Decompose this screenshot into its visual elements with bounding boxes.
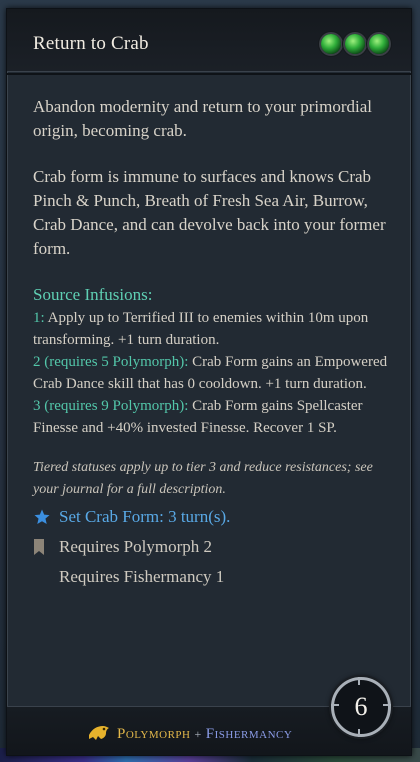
requirement-text: Requires Polymorph 2 [59,537,212,556]
infusion-tier: 3 (requires 9 Polymorph): [33,398,189,414]
action-point-icon [321,34,341,54]
action-point-icon [369,34,389,54]
skill-schools: Polymorph + Fishermancy [87,721,292,748]
action-point-icon [345,34,365,54]
skill-tooltip: Return to Crab Abandon modernity and ret… [6,8,412,756]
action-points [321,34,389,54]
bookmark-icon [33,539,59,555]
skill-description: Abandon modernity and return to your pri… [33,95,389,261]
polymorph-icon [87,721,111,748]
school-separator: + [194,727,202,741]
tiered-status-note: Tiered statuses apply up to tier 3 and r… [33,460,373,497]
source-infusions: Source Infusions: 1: Apply up to Terrifi… [33,283,389,439]
school-fishermancy: Fishermancy [205,726,293,742]
requirement-row: Requires Fishermancy 1 [33,565,389,589]
infusions-title: Source Infusions: [33,285,153,304]
star-icon [33,508,59,526]
infusion-item: 2 (requires 5 Polymorph): Crab Form gain… [33,351,389,395]
infusion-tier: 2 (requires 5 Polymorph): [33,354,189,370]
infusion-item: 3 (requires 9 Polymorph): Crab Form gain… [33,395,389,439]
cooldown-value: 6 [354,692,368,721]
infusion-tier: 1: [33,310,45,326]
infusion-text: Apply up to Terrified III to enemies wit… [33,310,369,348]
cooldown-indicator: 6 [331,677,391,737]
infusion-item: 1: Apply up to Terrified III to enemies … [33,307,389,351]
effect-text: Set Crab Form: 3 turn(s). [59,507,231,526]
requirement-text: Requires Fishermancy 1 [59,567,225,586]
effect-row: Set Crab Form: 3 turn(s). [33,505,389,529]
requirement-row: Requires Polymorph 2 [33,535,389,559]
tooltip-header: Return to Crab [7,9,411,75]
description-paragraph: Abandon modernity and return to your pri… [33,97,372,140]
description-paragraph: Crab form is immune to surfaces and know… [33,167,386,258]
tooltip-body: Abandon modernity and return to your pri… [33,95,389,589]
school-polymorph: Polymorph [117,726,191,742]
skill-title: Return to Crab [33,33,149,54]
